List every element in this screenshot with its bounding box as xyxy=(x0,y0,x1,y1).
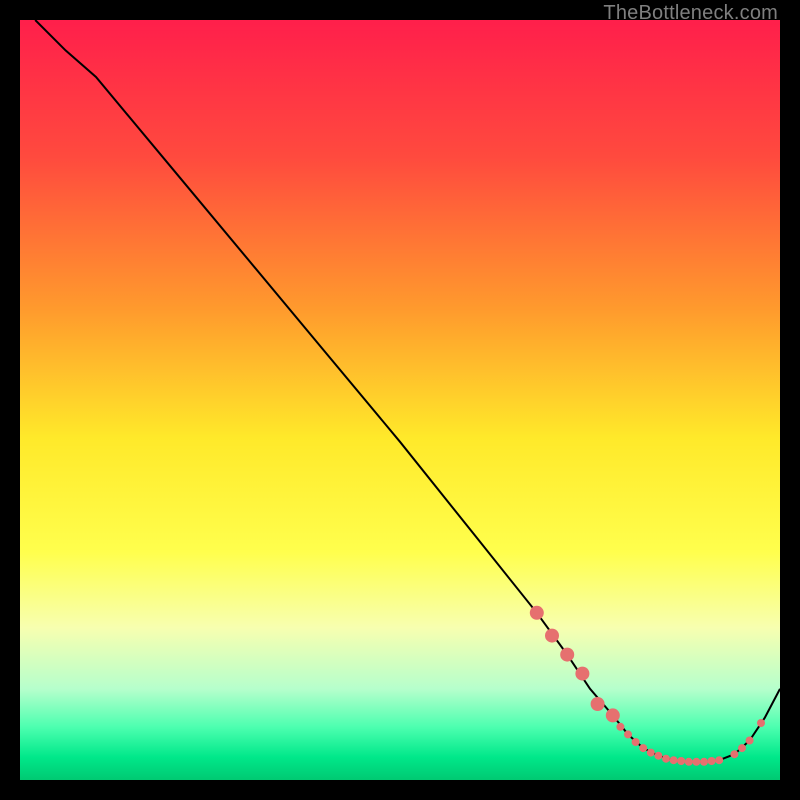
marker-dot xyxy=(670,756,678,764)
chart-svg xyxy=(20,20,780,780)
marker-dot xyxy=(757,719,765,727)
marker-dot xyxy=(632,738,640,746)
chart-frame: TheBottleneck.com xyxy=(0,0,800,800)
marker-dot xyxy=(662,755,670,763)
marker-dot xyxy=(677,757,685,765)
marker-dot xyxy=(624,730,632,738)
marker-dot xyxy=(606,708,620,722)
marker-dot xyxy=(708,757,716,765)
marker-dot xyxy=(715,756,723,764)
marker-dot xyxy=(647,749,655,757)
marker-dot xyxy=(530,606,544,620)
chart-plot-area xyxy=(20,20,780,780)
marker-dot xyxy=(654,752,662,760)
marker-dot xyxy=(685,758,693,766)
marker-dot xyxy=(730,750,738,758)
marker-dot xyxy=(545,629,559,643)
marker-dot xyxy=(639,744,647,752)
marker-dot xyxy=(591,697,605,711)
marker-dot xyxy=(575,667,589,681)
marker-dot xyxy=(746,737,754,745)
marker-dot xyxy=(700,758,708,766)
chart-background xyxy=(20,20,780,780)
marker-dot xyxy=(692,758,700,766)
marker-dot xyxy=(738,744,746,752)
marker-dot xyxy=(616,723,624,731)
marker-dot xyxy=(560,648,574,662)
watermark-text: TheBottleneck.com xyxy=(603,2,778,25)
